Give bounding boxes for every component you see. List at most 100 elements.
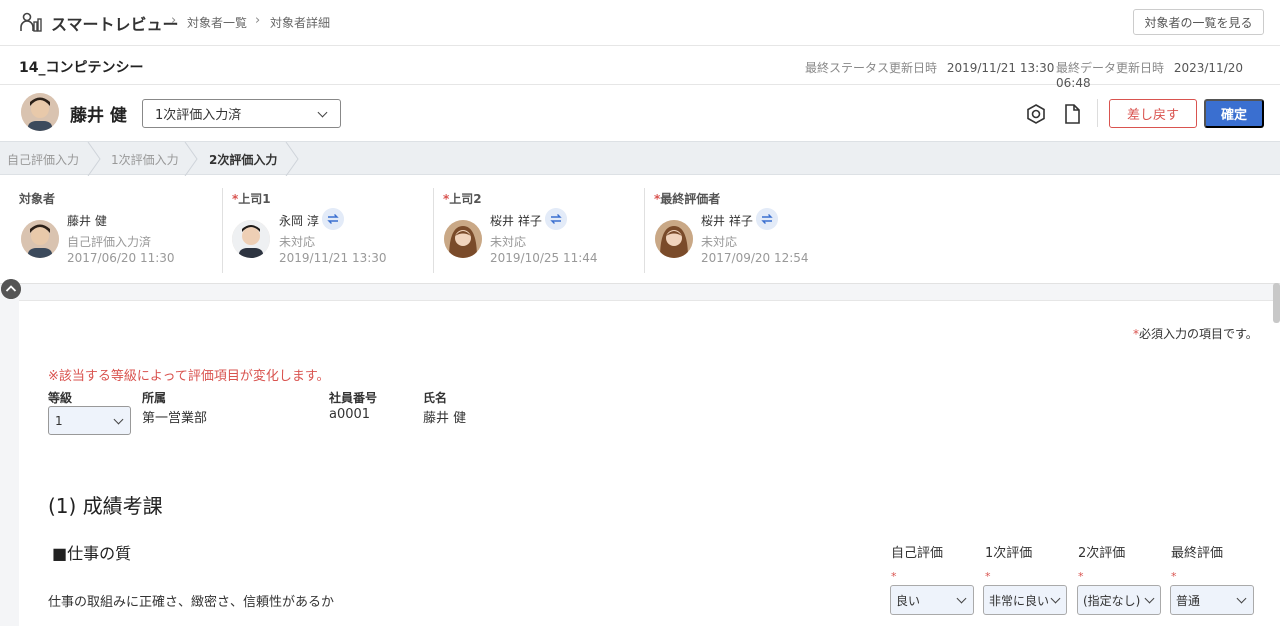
evaluator-time: 2019/11/21 13:30	[279, 251, 387, 265]
grade-warning: ※該当する等級によって評価項目が変化します。	[48, 369, 330, 384]
section-title: (1) 成績考課	[48, 494, 163, 518]
settings-hexagon-icon[interactable]	[1025, 103, 1047, 125]
evaluator-role-wrap: *上司1	[232, 192, 271, 206]
evaluator-status: 未対応	[701, 235, 738, 249]
col-second-eval: 2次評価	[1078, 546, 1126, 561]
evaluator-panel: 対象者 藤井 健 自己評価入力済 2017/06/20 11:30 *上司1 永…	[0, 176, 1280, 282]
evaluator-role-wrap: *最終評価者	[654, 192, 721, 206]
evaluator-role: 上司2	[449, 192, 482, 206]
rating-value: 良い	[896, 593, 921, 608]
first-eval-select[interactable]: 非常に良い	[983, 585, 1067, 615]
self-eval-select[interactable]: 良い	[890, 585, 974, 615]
avatar	[232, 220, 270, 258]
required-note-text: 必須入力の項目です。	[1139, 327, 1258, 341]
evaluator-status: 未対応	[490, 235, 527, 249]
sheet-info-bar: 14_コンピテンシー 最終ステータス更新日時 2019/11/21 13:30 …	[0, 47, 1280, 90]
chevron-down-icon	[1050, 593, 1061, 604]
evaluator-boss1: *上司1 永岡 淳 未対応 2019/11/21 13:30	[223, 176, 433, 276]
rating-value: 普通	[1176, 593, 1201, 608]
item-text: 仕事の取組みに正確さ、緻密さ、信頼性があるか	[48, 595, 335, 610]
app-name[interactable]: スマートレビュー	[51, 11, 179, 35]
step-arrow-icon	[87, 142, 101, 176]
evaluator-target: 対象者 藤井 健 自己評価入力済 2017/06/20 11:30	[0, 176, 222, 276]
col-self-eval: 自己評価	[891, 546, 944, 561]
step-progress-bar: 自己評価入力 1次評価入力 2次評価入力	[0, 141, 1280, 176]
evaluator-role: 対象者	[19, 192, 56, 206]
evaluator-role-wrap: *上司2	[443, 192, 482, 206]
evaluator-name: 藤井 健	[67, 214, 107, 228]
divider	[1097, 99, 1098, 127]
evaluator-role: 上司1	[238, 192, 271, 206]
scrollbar[interactable]	[1273, 283, 1280, 323]
breadcrumb-target-detail: 対象者詳細	[270, 16, 331, 30]
status-select-value: 1次評価入力済	[155, 108, 242, 123]
col-first-eval: 1次評価	[985, 546, 1033, 561]
evaluator-role: 最終評価者	[660, 192, 721, 206]
chevron-down-icon	[1144, 593, 1155, 604]
evaluator-status: 自己評価入力済	[67, 235, 152, 249]
empno-label: 社員番号	[329, 391, 378, 405]
avatar	[444, 220, 482, 258]
step-first-eval[interactable]: 1次評価入力	[111, 151, 179, 168]
evaluator-name: 桜井 祥子	[490, 214, 542, 228]
required-star: *	[1171, 570, 1177, 583]
collapse-toggle-icon[interactable]	[1, 279, 21, 299]
rating-value: 非常に良い	[989, 593, 1050, 608]
swap-evaluator-icon[interactable]	[756, 208, 778, 230]
evaluator-name: 永岡 淳	[279, 214, 319, 228]
evaluator-time: 2017/09/20 12:54	[701, 251, 809, 265]
avatar	[655, 220, 693, 258]
swap-evaluator-icon[interactable]	[545, 208, 567, 230]
data-updated-label: 最終データ更新日時	[1056, 61, 1165, 75]
empno-value: a0001	[329, 407, 371, 422]
chevron-down-icon	[317, 107, 328, 118]
chevron-down-icon	[113, 414, 124, 425]
sheet-title: 14_コンピテンシー	[19, 60, 144, 76]
status-updated-label: 最終ステータス更新日時	[805, 61, 938, 75]
required-star: *	[985, 570, 991, 583]
evaluator-status: 未対応	[279, 235, 316, 249]
dept-label: 所属	[142, 391, 167, 405]
person-name: 藤井 健	[70, 106, 127, 126]
name-label: 氏名	[423, 391, 448, 405]
evaluator-final: *最終評価者 桜井 祥子 未対応 2017/09/20 12:54	[645, 176, 855, 276]
status-updated-value: 2019/11/21 13:30	[946, 61, 1055, 75]
person-bar: 藤井 健 1次評価入力済 差し戻す 確定	[0, 86, 1280, 141]
content-area	[0, 283, 1280, 643]
grade-label: 等級	[48, 391, 73, 405]
evaluator-name: 桜井 祥子	[701, 214, 753, 228]
view-target-list-button[interactable]: 対象者の一覧を見る	[1133, 9, 1264, 35]
final-eval-select[interactable]: 普通	[1170, 585, 1254, 615]
evaluator-boss2: *上司2 桜井 祥子 未対応 2019/10/25 11:44	[434, 176, 644, 276]
dept-value: 第一営業部	[142, 411, 208, 426]
evaluator-time: 2019/10/25 11:44	[490, 251, 598, 265]
swap-evaluator-icon[interactable]	[322, 208, 344, 230]
grade-select-value: 1	[55, 413, 63, 428]
step-second-eval[interactable]: 2次評価入力	[209, 151, 277, 168]
chevron-down-icon	[1236, 593, 1247, 604]
second-eval-select[interactable]: (指定なし)	[1077, 585, 1161, 615]
confirm-button[interactable]: 確定	[1204, 99, 1264, 128]
subsection-title: ■仕事の質	[52, 544, 132, 563]
top-bar: スマートレビュー › 対象者一覧 › 対象者詳細 対象者の一覧を見る	[0, 0, 1280, 46]
avatar	[21, 220, 59, 258]
step-arrow-icon	[184, 142, 198, 176]
col-final-eval: 最終評価	[1171, 546, 1224, 561]
required-star: *	[1078, 570, 1084, 583]
breadcrumb-chevron-icon: ›	[171, 13, 177, 28]
step-self-eval[interactable]: 自己評価入力	[7, 151, 79, 168]
required-note: *必須入力の項目です。	[1133, 327, 1258, 341]
status-select[interactable]: 1次評価入力済	[142, 99, 341, 128]
step-arrow-icon	[285, 142, 299, 176]
name-value: 藤井 健	[423, 411, 467, 426]
send-back-button[interactable]: 差し戻す	[1109, 99, 1197, 128]
status-updated: 最終ステータス更新日時 2019/11/21 13:30	[805, 59, 1054, 76]
avatar	[21, 93, 59, 131]
rating-value: (指定なし)	[1083, 593, 1141, 608]
breadcrumb-chevron-icon: ›	[255, 13, 261, 28]
required-star: *	[891, 570, 897, 583]
document-icon[interactable]	[1061, 103, 1083, 125]
grade-select[interactable]: 1	[48, 406, 131, 435]
evaluator-time: 2017/06/20 11:30	[67, 251, 175, 265]
breadcrumb-target-list[interactable]: 対象者一覧	[187, 14, 247, 31]
